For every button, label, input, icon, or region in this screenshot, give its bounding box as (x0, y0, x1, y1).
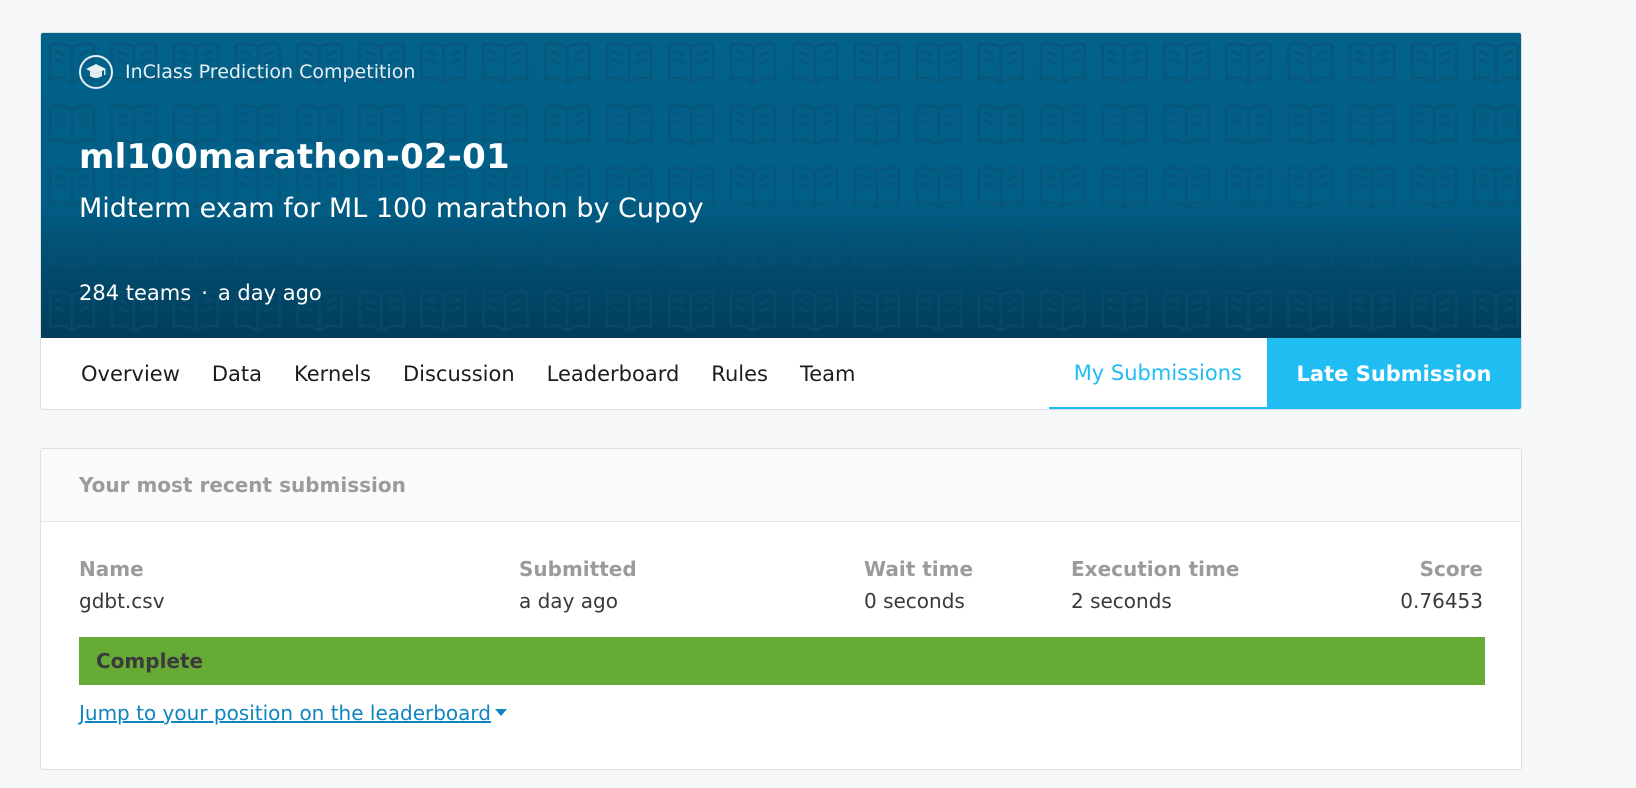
tab-discussion[interactable]: Discussion (387, 338, 531, 409)
score-label: Score (1419, 557, 1483, 581)
tab-rules[interactable]: Rules (695, 338, 784, 409)
competition-banner: InClass Prediction Competition ml100mara… (41, 33, 1521, 338)
jump-to-leaderboard-link[interactable]: Jump to your position on the leaderboard (79, 701, 507, 725)
recent-submission-heading: Your most recent submission (41, 449, 1521, 522)
competition-type: InClass Prediction Competition (79, 55, 415, 89)
execution-time-label: Execution time (1071, 557, 1240, 581)
competition-title: ml100marathon-02-01 (79, 137, 510, 177)
tab-actions: My Submissions Late Submission (1048, 338, 1521, 409)
status-text: Complete (96, 649, 204, 673)
tab-team[interactable]: Team (784, 338, 872, 409)
late-submission-button[interactable]: Late Submission (1267, 338, 1521, 409)
wait-time-column: Wait time 0 seconds (864, 557, 973, 613)
score-value: 0.76453 (1400, 589, 1483, 613)
meta-separator: · (201, 281, 208, 305)
competition-subtitle: Midterm exam for ML 100 marathon by Cupo… (79, 193, 704, 224)
name-column: Name gdbt.csv (79, 557, 165, 613)
wait-time-label: Wait time (864, 557, 974, 581)
submitted-column: Submitted a day ago (519, 557, 637, 613)
tab-kernels[interactable]: Kernels (278, 338, 387, 409)
caret-down-icon (495, 705, 507, 721)
score-column: Score 0.76453 (1400, 557, 1483, 613)
competition-type-label: InClass Prediction Competition (125, 61, 416, 83)
tab-list: Overview Data Kernels Discussion Leaderb… (41, 338, 872, 409)
updated-time: a day ago (217, 281, 322, 305)
team-count: 284 teams (79, 281, 192, 305)
submitted-label: Submitted (519, 557, 637, 581)
competition-header: InClass Prediction Competition ml100mara… (40, 32, 1522, 410)
competition-tabbar: Overview Data Kernels Discussion Leaderb… (41, 338, 1521, 409)
submitted-value: a day ago (519, 589, 618, 613)
page: InClass Prediction Competition ml100mara… (0, 0, 1636, 788)
jump-link-text: Jump to your position on the leaderboard (79, 701, 491, 725)
name-label: Name (79, 557, 144, 581)
execution-time-column: Execution time 2 seconds (1071, 557, 1239, 613)
tab-leaderboard[interactable]: Leaderboard (531, 338, 696, 409)
name-value: gdbt.csv (79, 589, 165, 613)
tab-my-submissions[interactable]: My Submissions (1048, 338, 1267, 409)
recent-submission-card: Your most recent submission Name gdbt.cs… (40, 448, 1522, 770)
graduation-cap-icon (79, 55, 113, 89)
competition-meta: 284 teams · a day ago (79, 281, 322, 305)
tab-overview[interactable]: Overview (65, 338, 196, 409)
wait-time-value: 0 seconds (864, 589, 965, 613)
submission-status-bar: Complete (79, 637, 1485, 685)
tab-data[interactable]: Data (196, 338, 278, 409)
submission-details: Name gdbt.csv Submitted a day ago Wait t… (41, 557, 1521, 617)
execution-time-value: 2 seconds (1071, 589, 1172, 613)
